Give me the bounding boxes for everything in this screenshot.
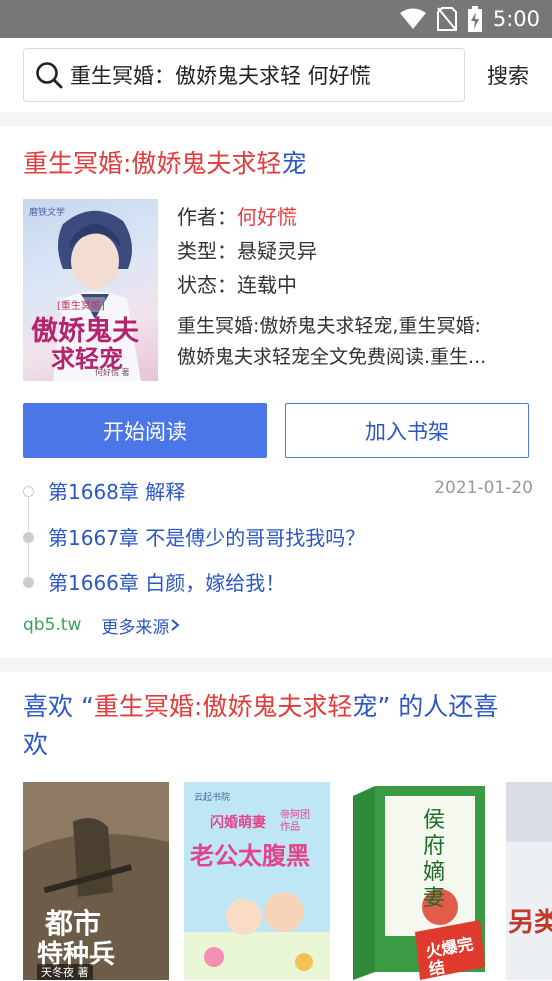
search-query: 重生冥婚：傲娇鬼夫求轻 何好慌 xyxy=(70,64,371,88)
search-bar: 重生冥婚：傲娇鬼夫求轻 何好慌 搜索 xyxy=(0,38,552,112)
type-row: 类型：悬疑灵异 xyxy=(177,234,537,268)
status-value: 连载中 xyxy=(237,273,297,297)
more-sources-label: 更多来源 xyxy=(101,617,170,638)
rec-book-tail: 宠 xyxy=(352,692,378,721)
rec-cover-subtitle: 闪婚萌妻 xyxy=(210,815,266,831)
book-meta: 作者：何好慌 类型：悬疑灵异 状态：连载中 xyxy=(177,200,537,302)
source-site: qb5.tw xyxy=(23,615,82,635)
chapter-item[interactable]: 第1668章 解释 2021-01-20 xyxy=(23,476,533,506)
status-time: 5:00 xyxy=(492,7,540,31)
more-sources-link[interactable]: 更多来源 xyxy=(101,613,181,638)
book-title-tail: 宠 xyxy=(281,149,307,178)
rec-book-cover[interactable]: 云起书院 闪婚萌妻 帝阿团 作品 老公太腹黑 xyxy=(184,782,330,980)
rec-cover-title: 侯府嫡妻 xyxy=(423,808,446,911)
wifi-icon xyxy=(399,8,426,29)
type-label: 类型： xyxy=(177,239,237,263)
rec-book-cover[interactable]: 侯府嫡妻 火爆完结 xyxy=(345,782,491,980)
rec-cover-badge: 帝阿团 作品 xyxy=(280,810,310,833)
status-bar: 5:00 xyxy=(0,0,552,38)
book-cover[interactable]: 磨铁文学 [重生冥婚] 傲娇鬼夫 求轻宠 何好慌 著 xyxy=(23,199,158,381)
recommendation-section: 喜欢 “重生冥婚:傲娇鬼夫求轻宠” 的人还喜欢 都市 特种兵 天冬夜 著 云起书… xyxy=(0,672,552,981)
chapter-title: 第1667章 不是傅少的哥哥找我吗？ xyxy=(48,526,366,550)
status-label: 状态： xyxy=(177,273,237,297)
timeline-dot xyxy=(23,532,34,543)
rec-prefix: 喜欢 “ xyxy=(23,692,94,721)
battery-charging-icon xyxy=(467,6,482,32)
type-value: 悬疑灵异 xyxy=(237,239,317,263)
cover-publisher: 磨铁文学 xyxy=(29,208,66,218)
rec-cover-art xyxy=(506,782,552,980)
no-sim-icon xyxy=(436,7,457,31)
rec-book-cover[interactable]: 都市 特种兵 天冬夜 著 xyxy=(23,782,169,980)
status-row: 状态：连载中 xyxy=(177,268,537,302)
rec-book-main: 重生冥婚:傲娇鬼夫求轻 xyxy=(93,692,353,721)
chevron-right-icon xyxy=(171,619,180,631)
chapter-date: 2021-01-20 xyxy=(434,478,533,498)
recommendation-title: 喜欢 “重生冥婚:傲娇鬼夫求轻宠” 的人还喜欢 xyxy=(23,688,523,764)
cover-author: 何好慌 著 xyxy=(95,368,130,377)
add-to-shelf-button[interactable]: 加入书架 xyxy=(285,403,529,458)
search-input[interactable]: 重生冥婚：傲娇鬼夫求轻 何好慌 xyxy=(23,48,465,102)
search-icon xyxy=(36,62,63,89)
source-row: qb5.tw 更多来源 xyxy=(23,613,181,638)
book-description: 重生冥婚:傲娇鬼夫求轻宠,重生冥婚: 傲娇鬼夫求轻宠全文免费阅读.重生... xyxy=(177,311,527,373)
status-icons: 5:00 xyxy=(399,6,540,32)
author-row: 作者：何好慌 xyxy=(177,200,537,234)
chapter-title: 第1668章 解释 xyxy=(48,480,186,504)
description-line-1: 重生冥婚:傲娇鬼夫求轻宠,重生冥婚: xyxy=(177,315,481,337)
chapter-item[interactable]: 第1667章 不是傅少的哥哥找我吗？ xyxy=(23,522,533,552)
rec-cover-author: 天冬夜 著 xyxy=(37,964,93,980)
search-button[interactable]: 搜索 xyxy=(478,48,538,102)
chapter-item[interactable]: 第1666章 白颜，嫁给我！ xyxy=(23,567,533,597)
book-detail-card: 重生冥婚:傲娇鬼夫求轻宠 磨铁文学 [重生冥婚] 傲娇鬼夫 求轻宠 何好慌 著 … xyxy=(0,126,552,658)
start-reading-button[interactable]: 开始阅读 xyxy=(23,403,267,458)
book-title[interactable]: 重生冥婚:傲娇鬼夫求轻宠 xyxy=(23,144,306,180)
author-link[interactable]: 何好慌 xyxy=(237,205,297,229)
timeline-dot xyxy=(23,577,34,588)
description-line-2: 傲娇鬼夫求轻宠全文免费阅读.重生... xyxy=(177,346,487,368)
timeline-dot xyxy=(23,486,34,497)
rec-cover-title: 另类 xyxy=(508,908,552,938)
rec-cover-publisher: 云起书院 xyxy=(194,793,231,803)
author-label: 作者： xyxy=(177,205,237,229)
rec-cover-title: 老公太腹黑 xyxy=(190,841,310,870)
chapter-title: 第1666章 白颜，嫁给我！ xyxy=(48,571,286,595)
book-title-main: 重生冥婚:傲娇鬼夫求轻 xyxy=(23,149,282,178)
rec-book-cover[interactable]: 另类 xyxy=(506,782,552,980)
